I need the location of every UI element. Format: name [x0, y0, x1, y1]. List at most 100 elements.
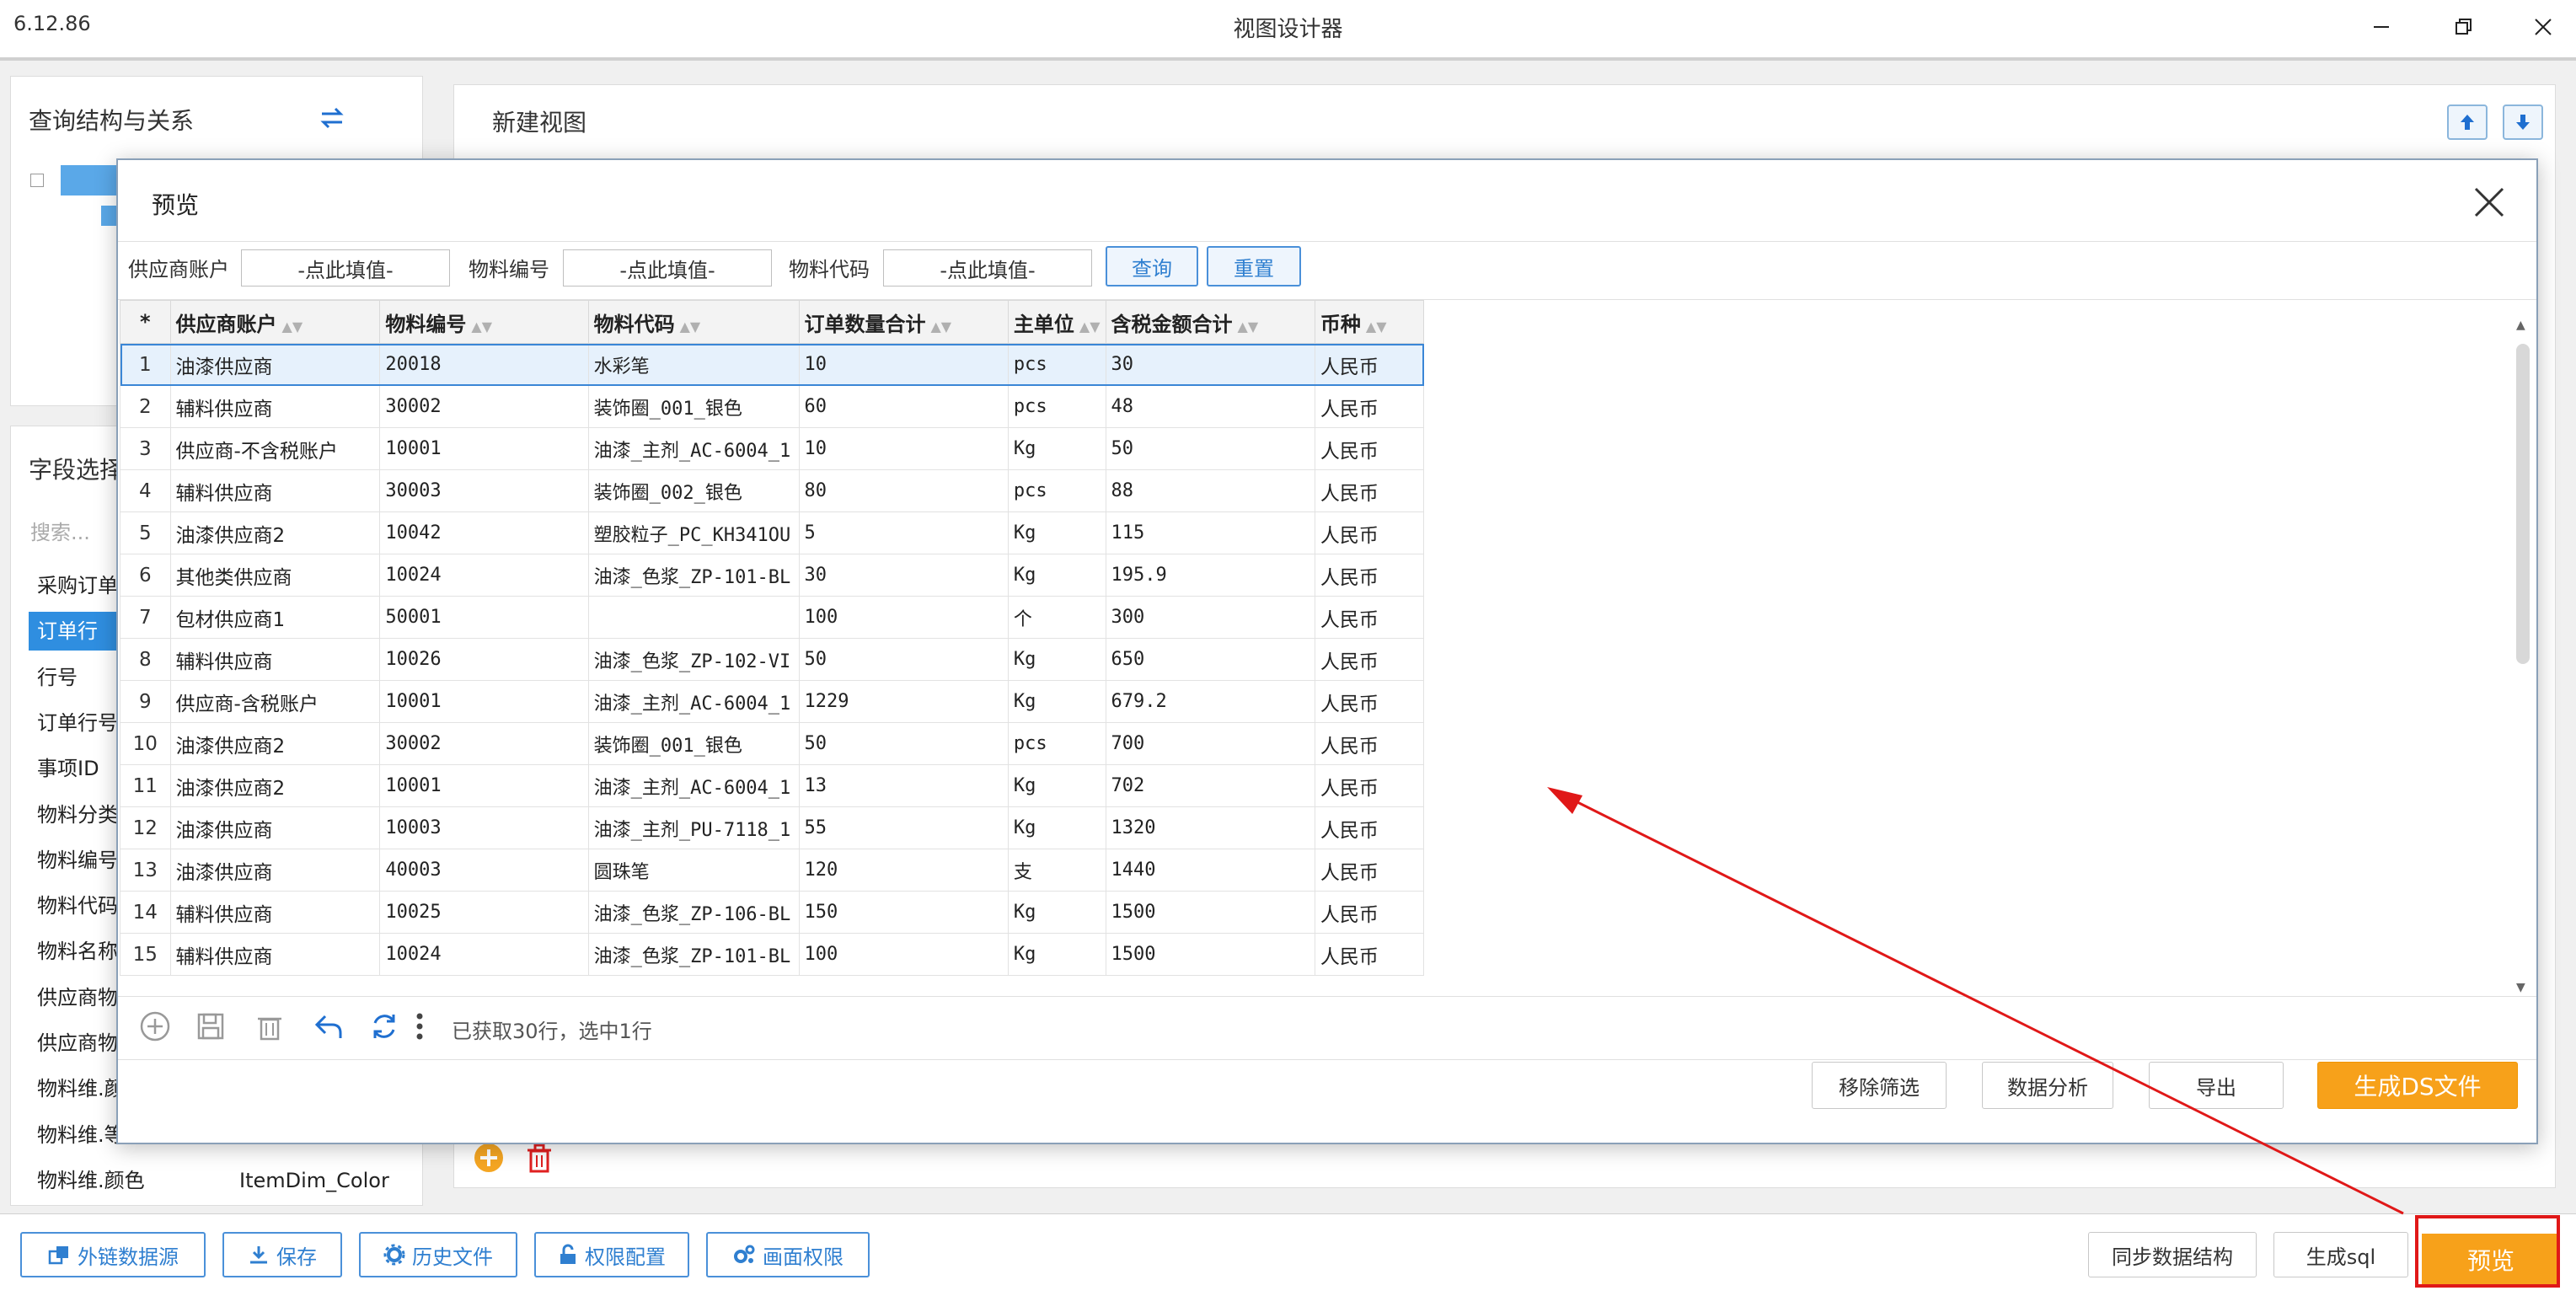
add-record-button[interactable]	[137, 1008, 174, 1045]
col-amount-total-cell[interactable]: 195.9	[1105, 554, 1315, 597]
col-supplier-cell[interactable]: 辅料供应商	[169, 638, 381, 681]
tree-node[interactable]	[61, 165, 118, 195]
col-qty-total-cell[interactable]: 30	[798, 554, 1009, 597]
table-row[interactable]: 1 油漆供应商 20018 水彩笔 10 pcs 30 人民币	[120, 343, 1424, 386]
add-row-button[interactable]	[472, 1141, 506, 1175]
col-unit-cell[interactable]: Kg	[1007, 638, 1106, 681]
col-amount-total-cell[interactable]: 88	[1105, 469, 1315, 512]
col-currency-cell[interactable]: 人民币	[1314, 427, 1424, 470]
col-item-code-cell[interactable]: 装饰圈_001_银色	[587, 385, 800, 428]
swap-icon[interactable]	[317, 103, 347, 133]
field-list-item[interactable]: 订单行状	[29, 612, 116, 682]
col-item-number-header[interactable]: 物料编号 ▲▼	[379, 300, 589, 344]
external-source-button[interactable]: 外链数据源	[20, 1232, 206, 1277]
col-item-code-cell[interactable]: 油漆_主剂_AC-6004_1	[587, 764, 800, 807]
col-index-cell[interactable]: 2	[120, 385, 171, 428]
col-index-cell[interactable]: 13	[120, 849, 171, 892]
refresh-button[interactable]	[366, 1008, 403, 1045]
col-unit-header[interactable]: 主单位 ▲▼	[1007, 300, 1106, 344]
col-unit-cell[interactable]: Kg	[1007, 511, 1106, 554]
col-index-cell[interactable]: 1	[120, 343, 171, 386]
col-supplier-cell[interactable]: 辅料供应商	[169, 891, 381, 934]
tree-collapse-toggle[interactable]	[30, 174, 44, 187]
col-item-number-cell[interactable]: 10001	[379, 427, 589, 470]
sort-icon[interactable]: ▲▼	[931, 319, 952, 335]
col-amount-total-cell[interactable]: 700	[1105, 722, 1315, 765]
col-item-number-cell[interactable]: 30002	[379, 385, 589, 428]
table-row[interactable]: 3 供应商-不含税账户 10001 油漆_主剂_AC-6004_1 10 Kg 50 人民币	[120, 427, 1424, 470]
col-unit-cell[interactable]: pcs	[1007, 469, 1106, 512]
col-amount-total-cell[interactable]: 48	[1105, 385, 1315, 428]
table-row[interactable]: 13 油漆供应商 40003 圆珠笔 120 支 1440 人民币	[120, 849, 1424, 892]
col-qty-total-cell[interactable]: 50	[798, 722, 1009, 765]
col-item-code-cell[interactable]	[587, 596, 800, 639]
scroll-down-icon[interactable]: ▼	[2516, 981, 2525, 994]
col-index-cell[interactable]: 7	[120, 596, 171, 639]
col-unit-cell[interactable]: 支	[1007, 849, 1106, 892]
table-row[interactable]: 8 辅料供应商 10026 油漆_色浆_ZP-102-VI 50 Kg 650 人民币	[120, 638, 1424, 681]
col-item-number-cell[interactable]: 10003	[379, 806, 589, 849]
col-item-code-cell[interactable]: 装饰圈_002_银色	[587, 469, 800, 512]
sort-icon[interactable]: ▲▼	[282, 319, 303, 335]
move-up-button[interactable]	[2447, 104, 2488, 140]
col-supplier-cell[interactable]: 辅料供应商	[169, 469, 381, 512]
col-currency-cell[interactable]: 人民币	[1314, 554, 1424, 597]
col-currency-cell[interactable]: 人民币	[1314, 764, 1424, 807]
col-currency-header[interactable]: 币种 ▲▼	[1314, 300, 1424, 344]
col-qty-total-cell[interactable]: 100	[798, 933, 1009, 976]
col-unit-cell[interactable]: Kg	[1007, 933, 1106, 976]
col-supplier-cell[interactable]: 油漆供应商2	[169, 511, 381, 554]
restore-button[interactable]	[2444, 8, 2484, 46]
filter-input-item-code[interactable]: -点此填值-	[883, 249, 1092, 287]
col-amount-total-cell[interactable]: 650	[1105, 638, 1315, 681]
sync-structure-button[interactable]: 同步数据结构	[2088, 1232, 2257, 1277]
sort-icon[interactable]: ▲▼	[1079, 319, 1101, 335]
col-supplier-cell[interactable]: 辅料供应商	[169, 385, 381, 428]
col-amount-total-cell[interactable]: 30	[1105, 343, 1315, 386]
col-index-header[interactable]: *	[120, 300, 171, 344]
remove-filter-button[interactable]: 移除筛选	[1812, 1062, 1947, 1109]
col-qty-total-cell[interactable]: 5	[798, 511, 1009, 554]
col-amount-total-cell[interactable]: 702	[1105, 764, 1315, 807]
col-item-code-cell[interactable]: 油漆_主剂_PU-7118_1	[587, 806, 800, 849]
col-index-cell[interactable]: 3	[120, 427, 171, 470]
col-currency-cell[interactable]: 人民币	[1314, 933, 1424, 976]
reset-button[interactable]: 重置	[1207, 246, 1301, 287]
col-item-code-cell[interactable]: 圆珠笔	[587, 849, 800, 892]
screen-permission-button[interactable]: 画面权限	[706, 1232, 870, 1277]
col-amount-total-cell[interactable]: 679.2	[1105, 680, 1315, 723]
col-qty-total-cell[interactable]: 150	[798, 891, 1009, 934]
col-qty-total-cell[interactable]: 13	[798, 764, 1009, 807]
col-unit-cell[interactable]: pcs	[1007, 343, 1106, 386]
col-currency-cell[interactable]: 人民币	[1314, 891, 1424, 934]
field-list-item[interactable]: 物料维.颜色 ItemDim_Color	[29, 1161, 399, 1200]
col-supplier-cell[interactable]: 其他类供应商	[169, 554, 381, 597]
data-analysis-button[interactable]: 数据分析	[1982, 1062, 2113, 1109]
table-row[interactable]: 11 油漆供应商2 10001 油漆_主剂_AC-6004_1 13 Kg 702 人民币	[120, 764, 1424, 807]
col-currency-cell[interactable]: 人民币	[1314, 511, 1424, 554]
col-index-cell[interactable]: 12	[120, 806, 171, 849]
col-item-number-cell[interactable]: 30002	[379, 722, 589, 765]
col-unit-cell[interactable]: Kg	[1007, 680, 1106, 723]
col-currency-cell[interactable]: 人民币	[1314, 806, 1424, 849]
dialog-close-button[interactable]	[2464, 179, 2514, 226]
save-button[interactable]: 保存	[222, 1232, 342, 1277]
col-supplier-cell[interactable]: 供应商-含税账户	[169, 680, 381, 723]
col-currency-cell[interactable]: 人民币	[1314, 343, 1424, 386]
col-qty-total-cell[interactable]: 100	[798, 596, 1009, 639]
col-qty-total-cell[interactable]: 10	[798, 427, 1009, 470]
col-item-code-header[interactable]: 物料代码 ▲▼	[587, 300, 800, 344]
generate-ds-button[interactable]: 生成DS文件	[2317, 1062, 2518, 1109]
delete-row-button[interactable]	[522, 1141, 556, 1175]
col-supplier-header[interactable]: 供应商账户 ▲▼	[169, 300, 381, 344]
history-files-button[interactable]: 历史文件	[359, 1232, 517, 1277]
table-row[interactable]: 9 供应商-含税账户 10001 油漆_主剂_AC-6004_1 1229 Kg 679.2…	[120, 680, 1424, 723]
col-currency-cell[interactable]: 人民币	[1314, 596, 1424, 639]
filter-input-supplier[interactable]: -点此填值-	[241, 249, 450, 287]
export-button[interactable]: 导出	[2149, 1062, 2284, 1109]
col-qty-total-cell[interactable]: 80	[798, 469, 1009, 512]
col-item-code-cell[interactable]: 油漆_色浆_ZP-102-VI	[587, 638, 800, 681]
col-amount-total-cell[interactable]: 115	[1105, 511, 1315, 554]
col-supplier-cell[interactable]: 油漆供应商2	[169, 764, 381, 807]
col-qty-total-cell[interactable]: 10	[798, 343, 1009, 386]
